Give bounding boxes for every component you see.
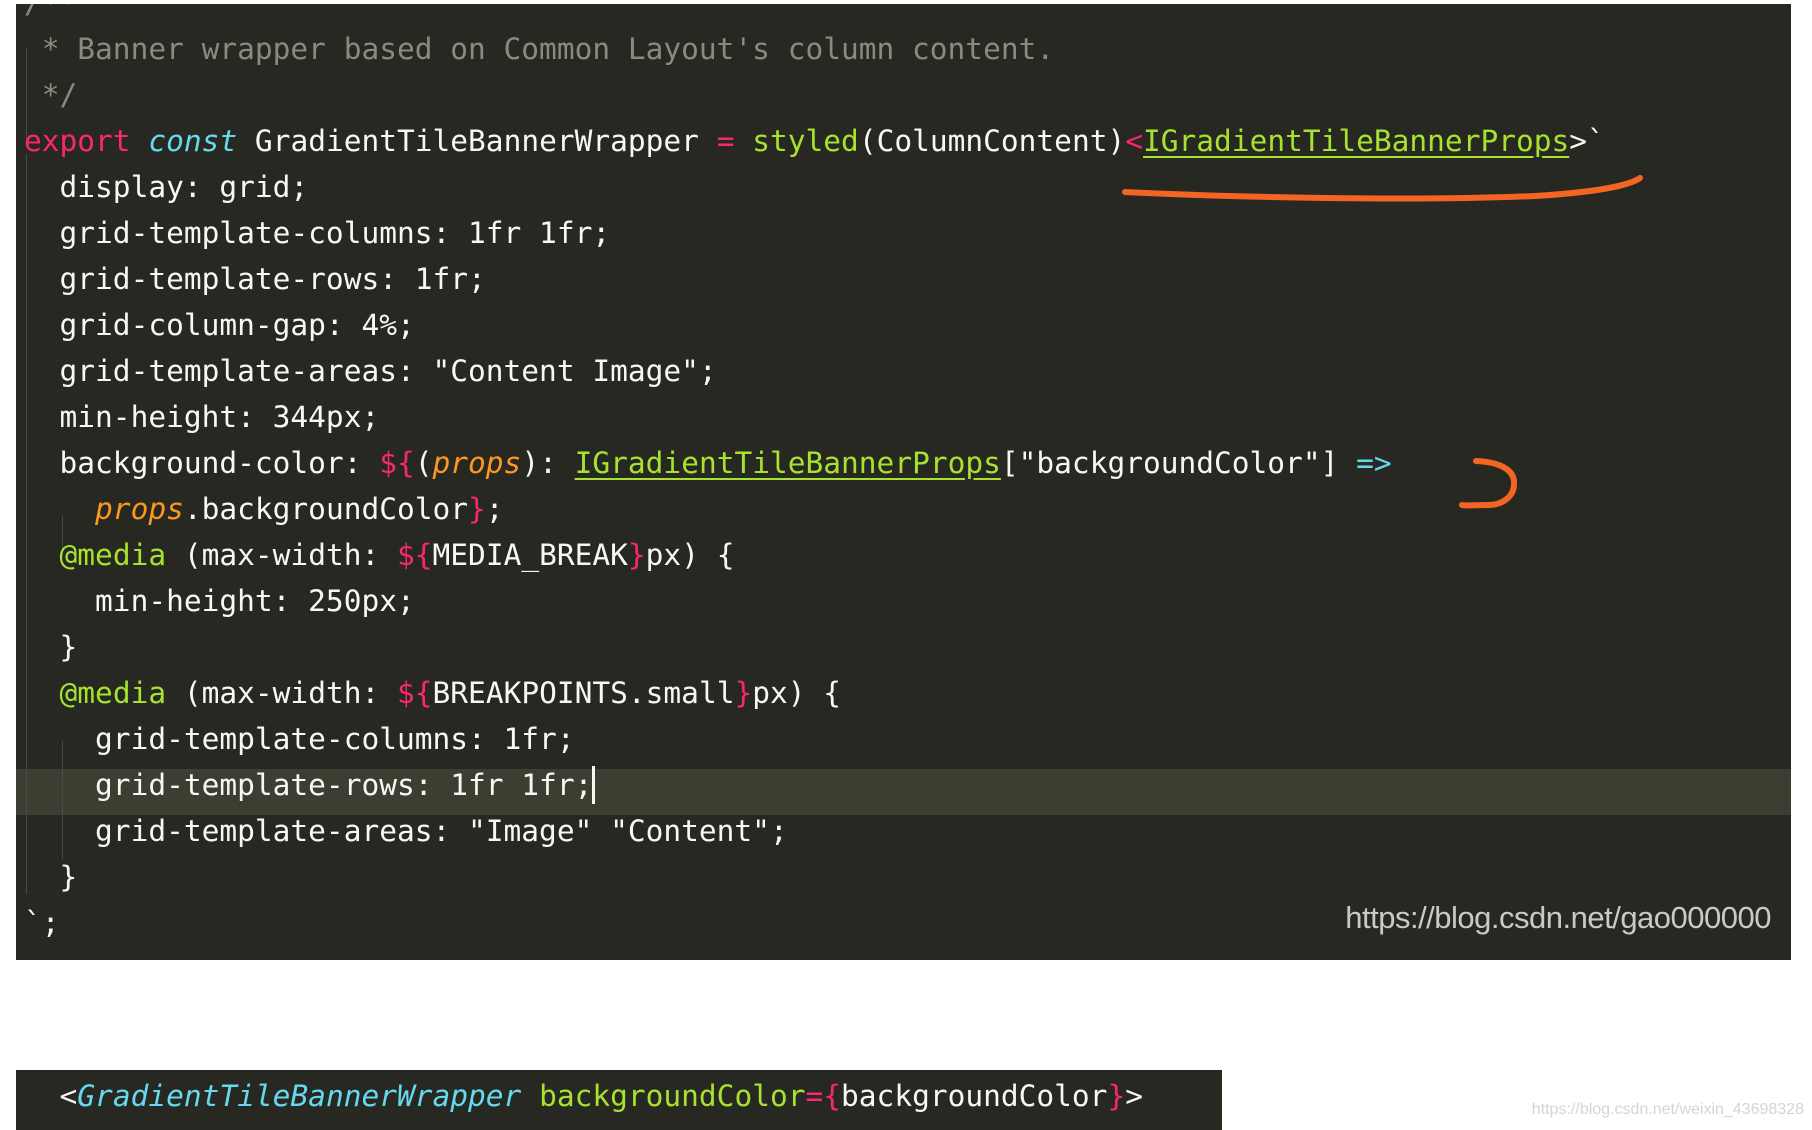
code-token: export (24, 124, 131, 158)
code-token: px) { (752, 676, 842, 710)
code-token: IGradientTileBannerProps (574, 446, 1001, 480)
code-token: min-height: 344px; (24, 400, 380, 434)
code-line: export const GradientTileBannerWrapper =… (24, 118, 1605, 164)
code-token: display: grid; (24, 170, 309, 204)
code-line: */ (24, 72, 78, 118)
code-token: } (734, 676, 753, 710)
code-token: = (805, 1079, 824, 1113)
code-token: } (1107, 1079, 1126, 1113)
code-token: * Banner wrapper based on Common Layout'… (24, 32, 1055, 66)
code-editor[interactable]: /** * Banner wrapper based on Common Lay… (16, 4, 1791, 960)
code-line: grid-column-gap: 4%; (24, 302, 415, 348)
code-token: GradientTileBannerWrapper (237, 124, 717, 158)
code-token: grid-template-rows: 1fr; (24, 262, 486, 296)
code-line: min-height: 344px; (24, 394, 380, 440)
code-token: grid-template-columns: 1fr 1fr; (24, 216, 611, 250)
code-token: IGradientTileBannerProps (1143, 124, 1570, 158)
code-line: /** (24, 4, 77, 26)
code-token: < (59, 1079, 78, 1113)
code-token: .backgroundColor (183, 492, 469, 526)
code-token: ${ (397, 676, 433, 710)
code-line: grid-template-areas: "Content Image"; (24, 348, 717, 394)
text-cursor (592, 766, 596, 804)
code-line: grid-template-columns: 1fr; (24, 716, 575, 762)
code-token: @media (59, 538, 167, 572)
code-token: props (432, 446, 522, 480)
code-token: px) { (645, 538, 735, 572)
code-token: } (24, 860, 78, 894)
page-watermark: https://blog.csdn.net/weixin_43698328 (1531, 1101, 1804, 1118)
code-line: display: grid; (24, 164, 309, 210)
code-line: } (24, 854, 78, 900)
code-token: => (1356, 446, 1392, 480)
code-token: grid-template-columns: 1fr; (24, 722, 575, 756)
code-line: @media (max-width: ${BREAKPOINTS.small}p… (24, 670, 842, 716)
code-token: < (1125, 124, 1143, 158)
code-token: BREAKPOINTS.small (432, 676, 735, 710)
code-token: } (24, 630, 78, 664)
code-line: @media (max-width: ${MEDIA_BREAK}px) { (24, 532, 735, 578)
code-token: ( (414, 446, 433, 480)
code-token: backgroundColor (841, 1079, 1108, 1113)
code-token: { (823, 1079, 842, 1113)
code-line: } (24, 624, 78, 670)
code-token: GradientTileBannerWrapper (77, 1079, 522, 1113)
code-line: background-color: ${(props): IGradientTi… (24, 440, 1392, 486)
code-line: min-height: 250px; (24, 578, 415, 624)
code-line: * Banner wrapper based on Common Layout'… (24, 26, 1054, 72)
code-line: grid-template-rows: 1fr 1fr; (24, 762, 596, 808)
code-token: `; (24, 906, 60, 940)
code-token: min-height: 250px; (24, 584, 415, 618)
code-line: props.backgroundColor}; (24, 486, 504, 532)
code-token: ${ (397, 538, 433, 572)
code-token: ["backgroundColor"] (1000, 446, 1357, 480)
code-line: <GradientTileBannerWrapper backgroundCol… (24, 1073, 1143, 1119)
code-line: grid-template-rows: 1fr; (24, 256, 486, 302)
code-token: > (1125, 1079, 1143, 1113)
code-token: } (468, 492, 486, 526)
code-token: >` (1569, 124, 1605, 158)
code-token: ${ (379, 446, 415, 480)
code-snippet[interactable]: <GradientTileBannerWrapper backgroundCol… (16, 1070, 1222, 1130)
code-token: grid-template-areas: "Image" "Content"; (24, 814, 788, 848)
code-line: grid-template-areas: "Image" "Content"; (24, 808, 788, 854)
code-token: */ (24, 78, 78, 112)
code-line: grid-template-columns: 1fr 1fr; (24, 210, 611, 256)
code-line: `; (24, 900, 60, 946)
code-token: grid-template-rows: 1fr 1fr; (24, 768, 593, 802)
code-token: styled (752, 124, 859, 158)
code-token: } (627, 538, 646, 572)
code-token: = (716, 124, 735, 158)
code-token: (max-width: (166, 538, 397, 572)
code-token: background-color: (24, 446, 380, 480)
code-token: ; (485, 492, 504, 526)
watermark-url: https://blog.csdn.net/gao000000 (1345, 900, 1771, 935)
code-token: @media (59, 676, 167, 710)
code-token: (ColumnContent) (858, 124, 1126, 158)
code-token: MEDIA_BREAK (432, 538, 628, 572)
code-token: /** (24, 4, 77, 20)
code-token: backgroundColor (539, 1079, 806, 1113)
code-token: grid-column-gap: 4%; (24, 308, 415, 342)
code-token: (max-width: (166, 676, 397, 710)
code-token: grid-template-areas: "Content Image"; (24, 354, 717, 388)
code-token: props (95, 492, 184, 526)
code-token: ): (521, 446, 575, 480)
code-token: const (148, 124, 238, 158)
